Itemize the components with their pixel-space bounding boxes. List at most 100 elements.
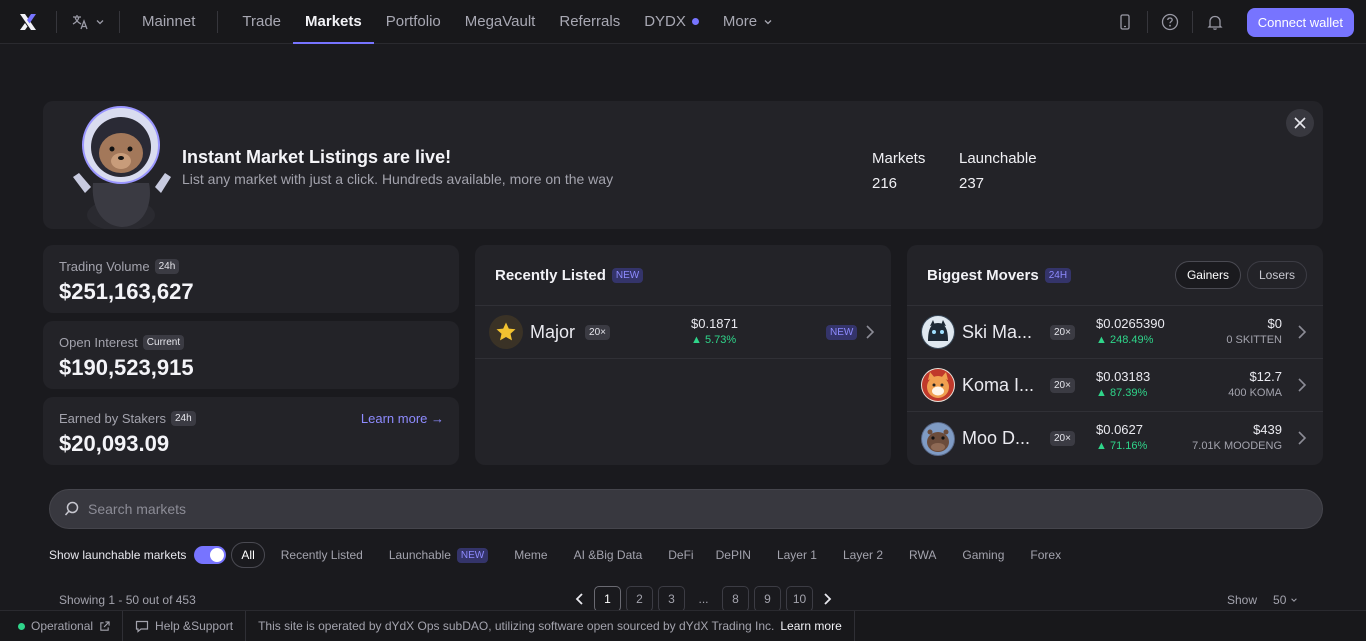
open-interest-label-row: Open Interest Current <box>59 335 185 350</box>
price-change: ▲ 248.49% <box>1096 334 1154 346</box>
chevron-left-icon <box>575 593 583 605</box>
leverage-badge: 20× <box>1050 377 1075 393</box>
page-size-label: Show <box>1227 593 1258 607</box>
market-row[interactable]: Koma I... 20× $0.03183 ▲ 87.39% $12.7 40… <box>907 359 1323 412</box>
trading-volume-card: Trading Volume 24h $251,163,627 <box>43 245 459 313</box>
filter-launchable[interactable]: Launchable NEW <box>379 543 498 568</box>
banner-title: Instant Market Listings are live! <box>182 147 452 167</box>
recently-listed-panel: Recently Listed NEW Major 20× $0.1871 ▲ … <box>475 245 891 465</box>
chevron-right-icon <box>1298 431 1307 445</box>
page-button[interactable]: 9 <box>754 586 781 612</box>
search-bar <box>49 489 1323 529</box>
notifications-button[interactable] <box>1193 0 1237 44</box>
next-page-button[interactable] <box>818 586 836 612</box>
translate-icon <box>72 14 88 29</box>
nav-dydx[interactable]: DYDX <box>632 0 711 44</box>
launchable-stat: Launchable 237 <box>959 150 1037 192</box>
period-badge: 24h <box>170 411 196 426</box>
price-block: $0.03183 ▲ 87.39% <box>1096 369 1150 399</box>
banner-subtitle: List any market with just a click. Hundr… <box>182 171 614 187</box>
help-support-label: Help &Support <box>155 619 234 633</box>
filter-meme[interactable]: Meme <box>504 543 557 567</box>
chevron-right-icon <box>1298 378 1307 392</box>
recently-listed-title: Recently Listed <box>495 266 606 284</box>
prev-page-button[interactable] <box>571 586 589 612</box>
status-indicator[interactable]: Operational <box>0 610 124 641</box>
market-price: $0.03183 <box>1096 369 1151 384</box>
nav-links: Trade Markets Portfolio MegaVault Referr… <box>218 0 785 44</box>
new-badge: NEW <box>611 267 644 283</box>
filter-defi[interactable]: DeFi <box>658 543 703 567</box>
gainers-button[interactable]: Gainers <box>1174 261 1241 289</box>
pagination: 1 2 3 ... 8 9 10 <box>571 586 836 612</box>
shiba-avatar-icon <box>922 369 954 401</box>
filter-launchable-label: Launchable <box>388 548 451 562</box>
nav-more[interactable]: More <box>711 0 785 44</box>
page-button[interactable]: 10 <box>786 586 813 612</box>
period-badge: 24h <box>154 259 180 274</box>
page-button[interactable]: 2 <box>626 586 653 612</box>
launchable-value: 237 <box>959 175 985 192</box>
price-change-value: 5.73% <box>704 334 737 346</box>
losers-button[interactable]: Losers <box>1246 261 1307 289</box>
volume-block: $0 0 SKITTEN <box>1226 316 1282 346</box>
nav-trade[interactable]: Trade <box>230 0 293 44</box>
volume-usd: $12.7 <box>1249 369 1282 384</box>
nav-megavault[interactable]: MegaVault <box>453 0 548 44</box>
price-block: $0.0627 ▲ 71.16% <box>1096 422 1147 452</box>
mobile-app-button[interactable] <box>1103 0 1147 44</box>
page-size-value: 50 <box>1273 593 1287 607</box>
status-text: Operational <box>31 619 94 633</box>
launchable-toggle[interactable] <box>194 546 227 564</box>
filter-ai-big-data[interactable]: AI &Big Data <box>564 543 653 567</box>
dydx-logo[interactable] <box>0 0 56 44</box>
learn-more-link[interactable]: Learn more → <box>361 411 444 426</box>
price-change-value: 87.39% <box>1109 387 1148 399</box>
language-selector[interactable] <box>57 13 119 31</box>
dydx-x-icon <box>20 13 36 30</box>
filter-layer-2[interactable]: Layer 2 <box>833 543 893 567</box>
results-count: Showing 1 - 50 out of 453 <box>59 593 196 607</box>
price-block: $0.0265390 ▲ 248.49% <box>1096 316 1165 346</box>
nav-referrals[interactable]: Referrals <box>547 0 632 44</box>
chevron-down-icon <box>764 19 772 24</box>
filter-rwa[interactable]: RWA <box>899 543 946 567</box>
new-badge: NEW <box>456 547 489 563</box>
filter-gaming[interactable]: Gaming <box>952 543 1014 567</box>
help-button[interactable] <box>1148 0 1192 44</box>
filter-forex[interactable]: Forex <box>1020 543 1071 567</box>
page-button[interactable]: 3 <box>658 586 685 612</box>
learn-more-link[interactable]: Learn more <box>780 619 841 633</box>
filter-depin[interactable]: DePIN <box>706 543 761 567</box>
volume-block: $12.7 400 KOMA <box>1228 369 1282 399</box>
page-ellipsis: ... <box>698 592 709 606</box>
markets-stat: Markets 216 <box>872 150 925 192</box>
nav-portfolio[interactable]: Portfolio <box>374 0 453 44</box>
market-row[interactable]: Moo D... 20× $0.0627 ▲ 71.16% $439 7.01K… <box>907 412 1323 465</box>
page-size-value-row: 50 <box>1273 593 1298 607</box>
filter-all[interactable]: All <box>231 542 265 568</box>
page-button[interactable]: 8 <box>722 586 749 612</box>
volume-usd: $0 <box>1267 316 1282 331</box>
chevron-right-icon <box>824 593 832 605</box>
nav-markets[interactable]: Markets <box>293 0 374 44</box>
search-input[interactable] <box>88 501 688 517</box>
filter-layer-1[interactable]: Layer 1 <box>767 543 827 567</box>
open-interest-label: Open Interest <box>59 335 138 350</box>
connect-wallet-button[interactable]: Connect wallet <box>1246 7 1354 37</box>
help-support-link[interactable]: Help &Support <box>123 610 247 641</box>
page-button[interactable]: 1 <box>594 586 621 612</box>
market-row[interactable]: Major 20× $0.1871 ▲ 5.73% NEW <box>475 306 891 359</box>
listings-banner: Instant Market Listings are live! List a… <box>43 101 1323 229</box>
page-size-selector[interactable]: Show 50 <box>1227 593 1298 607</box>
price-block: $0.1871 ▲ 5.73% <box>691 316 738 346</box>
market-row[interactable]: Ski Ma... 20× $0.0265390 ▲ 248.49% $0 0 … <box>907 306 1323 359</box>
chevron-down-icon <box>1290 598 1297 602</box>
notification-dot <box>691 18 699 25</box>
close-banner-button[interactable] <box>1286 109 1314 137</box>
filter-recently-listed[interactable]: Recently Listed <box>271 543 373 567</box>
cat-avatar-icon <box>922 316 954 348</box>
stakers-label-row: Earned by Stakers 24h <box>59 411 196 426</box>
external-link-icon <box>100 620 110 631</box>
price-change-value: 71.16% <box>1109 440 1148 452</box>
